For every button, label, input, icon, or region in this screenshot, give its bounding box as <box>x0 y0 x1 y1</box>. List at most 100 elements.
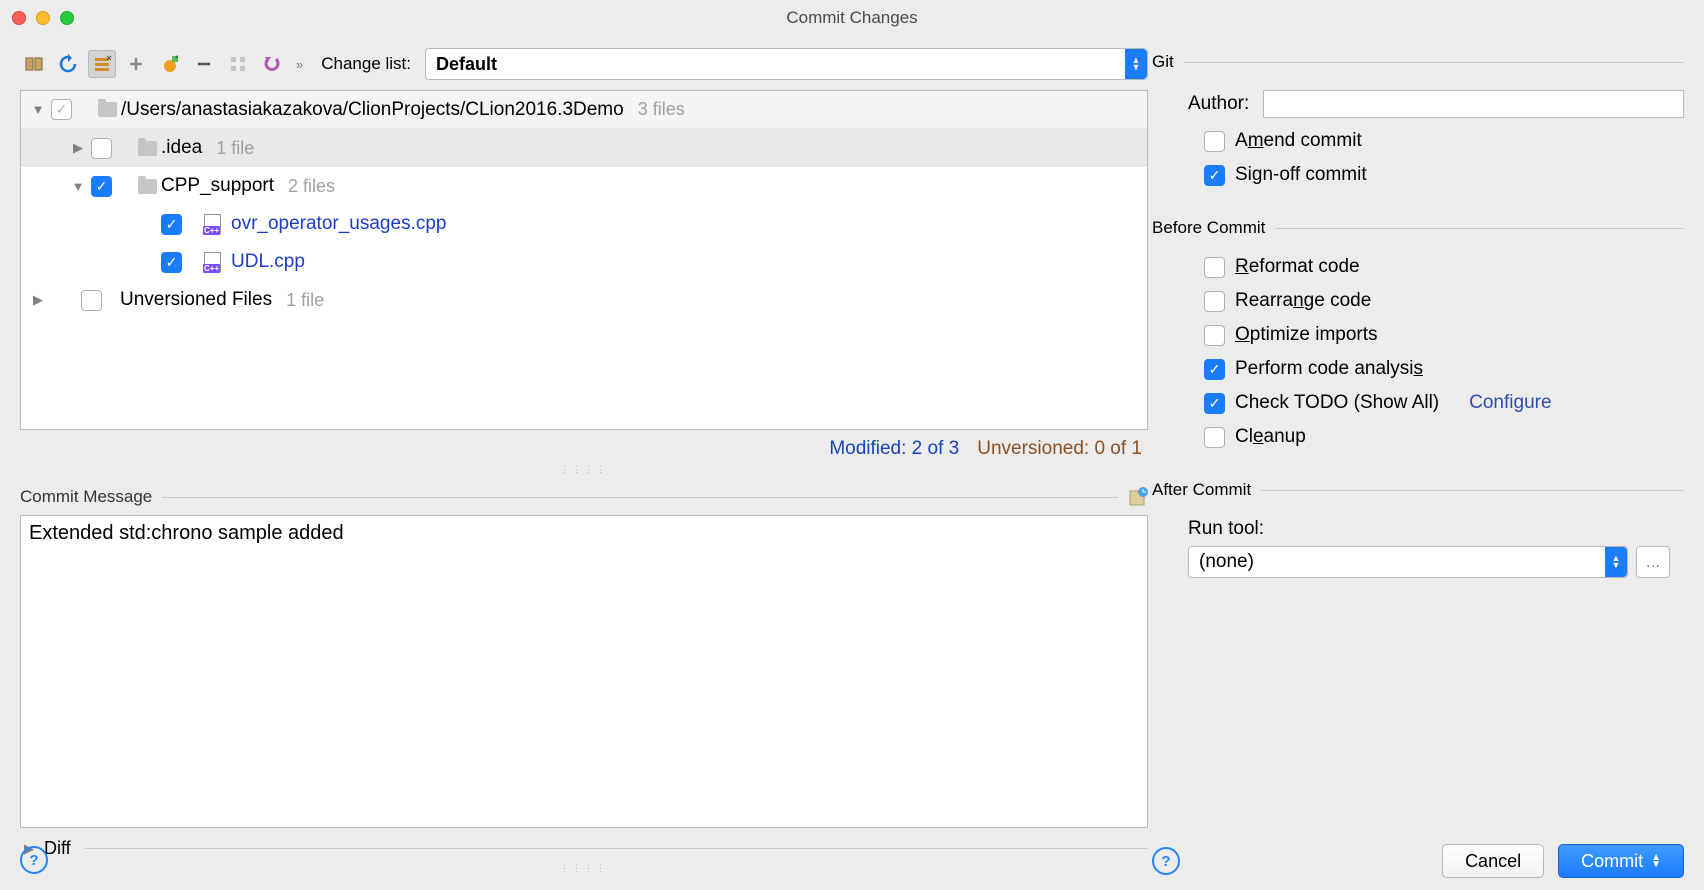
disclosure-triangle-icon[interactable]: ▶ <box>69 140 87 156</box>
disclosure-triangle-icon[interactable]: ▼ <box>69 179 87 194</box>
refresh-icon[interactable] <box>54 50 82 78</box>
signoff-commit-row[interactable]: ✓ Sign-off commit <box>1152 158 1684 192</box>
diff-section[interactable]: ▶ Diff <box>20 828 1148 859</box>
cancel-button[interactable]: Cancel <box>1442 844 1544 878</box>
reformat-row[interactable]: Reformat code <box>1152 250 1684 284</box>
changelist-label: Change list: <box>321 54 411 74</box>
select-arrows-icon: ▲▼ <box>1125 49 1147 79</box>
checkbox[interactable]: ✓ <box>1204 393 1225 414</box>
more-actions-icon[interactable]: » <box>296 57 303 72</box>
disclosure-triangle-icon[interactable]: ▶ <box>29 292 47 308</box>
cleanup-label: Cleanup <box>1235 426 1306 448</box>
help-icon[interactable]: ? <box>20 846 48 874</box>
group-by-directory-icon[interactable] <box>88 50 116 78</box>
select-arrows-icon: ▲▼ <box>1605 547 1627 577</box>
folder-name: CPP_support <box>161 175 274 197</box>
amend-commit-row[interactable]: Amend commit <box>1152 124 1684 158</box>
expand-all-icon[interactable] <box>224 50 252 78</box>
cpp-file-icon: C++ <box>204 252 221 272</box>
before-title-text: Before Commit <box>1152 218 1265 238</box>
folder-icon <box>98 102 117 117</box>
cleanup-row[interactable]: Cleanup <box>1152 420 1684 454</box>
author-input[interactable] <box>1263 90 1684 118</box>
disclosure-triangle-icon[interactable]: ▼ <box>29 102 47 117</box>
remove-icon[interactable] <box>190 50 218 78</box>
after-title-text: After Commit <box>1152 480 1251 500</box>
optimize-row[interactable]: Optimize imports <box>1152 318 1684 352</box>
window-controls <box>12 11 74 25</box>
changelist-select[interactable]: Default ▲▼ <box>425 48 1148 80</box>
author-row: Author: <box>1152 84 1684 124</box>
todo-label: Check TODO (Show All) <box>1235 392 1439 414</box>
author-label: Author: <box>1188 93 1249 115</box>
checkbox[interactable] <box>51 99 72 120</box>
diff-label: Diff <box>44 838 71 859</box>
commit-button[interactable]: Commit ▲▼ <box>1558 844 1684 878</box>
configure-link[interactable]: Configure <box>1469 392 1551 414</box>
tree-file-row[interactable]: ✓ C++ ovr_operator_usages.cpp <box>21 205 1147 243</box>
resize-handle[interactable]: ⋮⋮⋮⋮ <box>20 460 1148 479</box>
checkbox[interactable]: ✓ <box>91 176 112 197</box>
add-icon[interactable] <box>122 50 150 78</box>
unversioned-label: Unversioned Files <box>120 289 272 311</box>
git-section-title: Git <box>1152 48 1684 84</box>
analysis-label: Perform code analysis <box>1235 358 1423 380</box>
help-icon[interactable]: ? <box>1152 847 1180 875</box>
dialog-footer: ? Cancel Commit ▲▼ <box>1152 828 1684 878</box>
tree-root-path: /Users/anastasiakazakova/ClionProjects/C… <box>121 99 624 121</box>
tree-file-row[interactable]: ✓ C++ UDL.cpp <box>21 243 1147 281</box>
tree-root-row[interactable]: ▼ /Users/anastasiakazakova/ClionProjects… <box>21 91 1147 129</box>
tree-unversioned-row[interactable]: ▶ Unversioned Files 1 file <box>21 281 1147 319</box>
rearrange-label: Rearrange code <box>1235 290 1371 312</box>
tree-folder-cpp[interactable]: ▼ ✓ CPP_support 2 files <box>21 167 1147 205</box>
checkbox[interactable]: ✓ <box>1204 359 1225 380</box>
amend-label: Amend commit <box>1235 130 1362 152</box>
tree-root-count: 3 files <box>638 99 685 120</box>
status-unversioned: Unversioned: 0 of 1 <box>977 438 1142 460</box>
file-name: UDL.cpp <box>231 251 305 273</box>
git-title-text: Git <box>1152 52 1174 72</box>
resize-handle[interactable]: ⋮⋮⋮⋮ <box>20 859 1148 878</box>
changes-tree: ▼ /Users/anastasiakazakova/ClionProjects… <box>20 90 1148 430</box>
commit-message-input[interactable] <box>20 515 1148 828</box>
run-tool-value: (none) <box>1199 551 1254 573</box>
optimize-label: Optimize imports <box>1235 324 1378 346</box>
checkbox[interactable] <box>1204 257 1225 278</box>
before-commit-title: Before Commit <box>1152 214 1684 250</box>
run-tool-label: Run tool: <box>1152 512 1684 546</box>
checkbox[interactable] <box>81 290 102 311</box>
maximize-window-icon[interactable] <box>60 11 74 25</box>
show-diff-icon[interactable] <box>20 50 48 78</box>
checkbox[interactable]: ✓ <box>161 252 182 273</box>
close-window-icon[interactable] <box>12 11 26 25</box>
folder-count: 1 file <box>216 138 254 159</box>
folder-icon <box>138 141 157 156</box>
titlebar: Commit Changes <box>0 0 1704 36</box>
revert-icon[interactable] <box>258 50 286 78</box>
checkbox[interactable] <box>1204 291 1225 312</box>
checkbox[interactable] <box>1204 131 1225 152</box>
folder-icon <box>138 179 157 194</box>
folder-count: 2 files <box>288 176 335 197</box>
unversioned-count: 1 file <box>286 290 324 311</box>
changelist-selected-value: Default <box>436 54 497 75</box>
checkbox[interactable]: ✓ <box>161 214 182 235</box>
todo-row[interactable]: ✓ Check TODO (Show All) Configure <box>1152 386 1684 420</box>
cpp-file-icon: C++ <box>204 214 221 234</box>
message-history-icon[interactable] <box>1128 487 1148 507</box>
analysis-row[interactable]: ✓ Perform code analysis <box>1152 352 1684 386</box>
move-to-changelist-icon[interactable] <box>156 50 184 78</box>
after-commit-title: After Commit <box>1152 476 1684 512</box>
commit-message-header: Commit Message <box>20 479 1148 515</box>
rearrange-row[interactable]: Rearrange code <box>1152 284 1684 318</box>
checkbox[interactable] <box>91 138 112 159</box>
run-tool-select[interactable]: (none) ▲▼ <box>1188 546 1628 578</box>
checkbox[interactable] <box>1204 427 1225 448</box>
tree-folder-idea[interactable]: ▶ .idea 1 file <box>21 129 1147 167</box>
folder-name: .idea <box>161 137 202 159</box>
status-modified: Modified: 2 of 3 <box>829 438 959 460</box>
minimize-window-icon[interactable] <box>36 11 50 25</box>
run-tool-more-button[interactable]: … <box>1636 546 1670 578</box>
checkbox[interactable]: ✓ <box>1204 165 1225 186</box>
checkbox[interactable] <box>1204 325 1225 346</box>
